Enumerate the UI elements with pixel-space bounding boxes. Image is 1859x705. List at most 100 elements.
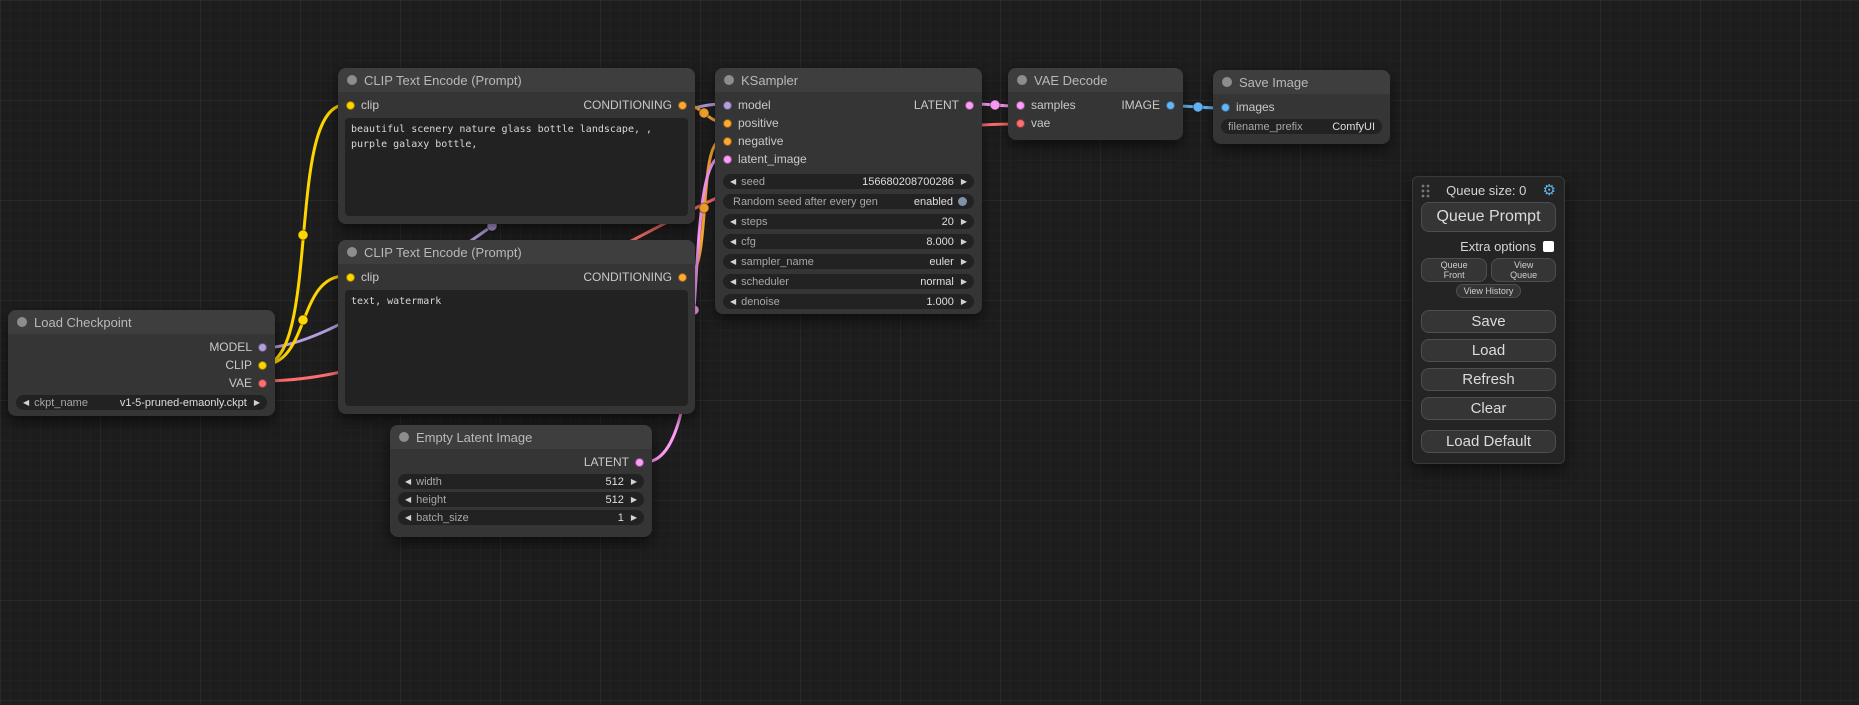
latent-output-socket[interactable]: [965, 101, 974, 110]
output-label: VAE: [229, 376, 252, 390]
decrement-arrow-icon[interactable]: ◀: [405, 478, 411, 486]
scheduler-widget[interactable]: ◀ scheduler normal ▶: [723, 274, 974, 289]
steps-widget[interactable]: ◀ steps 20 ▶: [723, 214, 974, 229]
increment-arrow-icon[interactable]: ▶: [961, 238, 967, 246]
filename-prefix-widget[interactable]: filename_prefix ComfyUI: [1221, 119, 1382, 134]
drag-handle-icon[interactable]: [1421, 184, 1430, 198]
decrement-arrow-icon[interactable]: ◀: [405, 514, 411, 522]
negative-input-socket[interactable]: [723, 137, 732, 146]
node-title-bar[interactable]: Load Checkpoint: [8, 310, 275, 334]
vae-input-socket[interactable]: [1016, 119, 1025, 128]
batch-size-widget[interactable]: ◀ batch_size 1 ▶: [398, 510, 644, 525]
extra-options-checkbox[interactable]: [1543, 241, 1554, 252]
node-clip-text-encode-positive[interactable]: CLIP Text Encode (Prompt) clip CONDITION…: [338, 68, 695, 224]
node-empty-latent-image[interactable]: Empty Latent Image LATENT ◀ width 512 ▶ …: [390, 425, 652, 537]
conditioning-output-socket[interactable]: [678, 273, 687, 282]
model-input-socket[interactable]: [723, 101, 732, 110]
node-title-bar[interactable]: Empty Latent Image: [390, 425, 652, 449]
link-midpoint-dot: [298, 230, 308, 240]
queue-size-label: Queue size: 0: [1446, 183, 1526, 198]
increment-arrow-icon[interactable]: ▶: [631, 514, 637, 522]
node-load-checkpoint[interactable]: Load Checkpoint MODEL CLIP VAE ◀ ckpt_na…: [8, 310, 275, 416]
clip-output-socket[interactable]: [258, 361, 267, 370]
next-option-arrow-icon[interactable]: ▶: [961, 258, 967, 266]
vae-output-socket[interactable]: [258, 379, 267, 388]
decrement-arrow-icon[interactable]: ◀: [405, 496, 411, 504]
clip-input-socket[interactable]: [346, 101, 355, 110]
random-seed-toggle-widget[interactable]: Random seed after every gen enabled: [723, 194, 974, 209]
comfyui-canvas[interactable]: { "colors": { "model": "#B39DDB", "clip"…: [0, 0, 1859, 705]
decrement-arrow-icon[interactable]: ◀: [730, 298, 736, 306]
settings-gear-icon[interactable]: ⚙: [1543, 183, 1556, 198]
input-label: latent_image: [738, 152, 807, 166]
latent-image-input-socket[interactable]: [723, 155, 732, 164]
widget-label: cfg: [741, 236, 756, 248]
height-widget[interactable]: ◀ height 512 ▶: [398, 492, 644, 507]
queue-prompt-button[interactable]: Queue Prompt: [1421, 202, 1556, 232]
positive-prompt-textarea[interactable]: beautiful scenery nature glass bottle la…: [345, 118, 688, 216]
collapse-dot[interactable]: [347, 75, 357, 85]
queue-front-button[interactable]: Queue Front: [1421, 258, 1487, 282]
collapse-dot[interactable]: [17, 317, 27, 327]
collapse-dot[interactable]: [724, 75, 734, 85]
image-output-socket[interactable]: [1166, 101, 1175, 110]
seed-widget[interactable]: ◀ seed 156680208700286 ▶: [723, 174, 974, 189]
node-title: CLIP Text Encode (Prompt): [364, 245, 522, 260]
decrement-arrow-icon[interactable]: ◀: [730, 218, 736, 226]
input-label: positive: [738, 116, 779, 130]
denoise-widget[interactable]: ◀ denoise 1.000 ▶: [723, 294, 974, 309]
node-title-bar[interactable]: KSampler: [715, 68, 982, 92]
refresh-button[interactable]: Refresh: [1421, 368, 1556, 391]
prev-option-arrow-icon[interactable]: ◀: [730, 258, 736, 266]
output-label: LATENT: [584, 455, 629, 469]
decrement-arrow-icon[interactable]: ◀: [23, 399, 29, 407]
node-clip-text-encode-negative[interactable]: CLIP Text Encode (Prompt) clip CONDITION…: [338, 240, 695, 414]
clear-button[interactable]: Clear: [1421, 397, 1556, 420]
images-input-socket[interactable]: [1221, 103, 1230, 112]
view-history-button[interactable]: View History: [1456, 284, 1522, 298]
prev-option-arrow-icon[interactable]: ◀: [730, 278, 736, 286]
slot-row: latent_image: [715, 150, 982, 168]
increment-arrow-icon[interactable]: ▶: [961, 218, 967, 226]
view-queue-button[interactable]: View Queue: [1491, 258, 1556, 282]
increment-arrow-icon[interactable]: ▶: [631, 478, 637, 486]
model-output-socket[interactable]: [258, 343, 267, 352]
conditioning-output-socket[interactable]: [678, 101, 687, 110]
collapse-dot[interactable]: [1017, 75, 1027, 85]
node-title-bar[interactable]: CLIP Text Encode (Prompt): [338, 68, 695, 92]
ckpt-name-widget[interactable]: ◀ ckpt_name v1-5-pruned-emaonly.ckpt ▶: [16, 395, 267, 410]
node-title-bar[interactable]: Save Image: [1213, 70, 1390, 94]
increment-arrow-icon[interactable]: ▶: [631, 496, 637, 504]
sampler-name-widget[interactable]: ◀ sampler_name euler ▶: [723, 254, 974, 269]
clip-input-socket[interactable]: [346, 273, 355, 282]
collapse-dot[interactable]: [1222, 77, 1232, 87]
decrement-arrow-icon[interactable]: ◀: [730, 238, 736, 246]
positive-input-socket[interactable]: [723, 119, 732, 128]
slot-row: VAE: [8, 374, 275, 392]
node-vae-decode[interactable]: VAE Decode samples IMAGE vae: [1008, 68, 1183, 140]
node-title-bar[interactable]: VAE Decode: [1008, 68, 1183, 92]
increment-arrow-icon[interactable]: ▶: [254, 399, 260, 407]
samples-input-socket[interactable]: [1016, 101, 1025, 110]
increment-arrow-icon[interactable]: ▶: [961, 298, 967, 306]
increment-arrow-icon[interactable]: ▶: [961, 178, 967, 186]
width-widget[interactable]: ◀ width 512 ▶: [398, 474, 644, 489]
load-button[interactable]: Load: [1421, 339, 1556, 362]
collapse-dot[interactable]: [399, 432, 409, 442]
negative-prompt-textarea[interactable]: text, watermark: [345, 290, 688, 406]
toggle-knob[interactable]: [958, 197, 967, 206]
next-option-arrow-icon[interactable]: ▶: [961, 278, 967, 286]
node-title-bar[interactable]: CLIP Text Encode (Prompt): [338, 240, 695, 264]
widget-label: scheduler: [741, 276, 789, 288]
decrement-arrow-icon[interactable]: ◀: [730, 178, 736, 186]
slot-row: clip CONDITIONING: [338, 96, 695, 114]
widget-value: ComfyUI: [1332, 121, 1375, 133]
collapse-dot[interactable]: [347, 247, 357, 257]
latent-output-socket[interactable]: [635, 458, 644, 467]
save-button[interactable]: Save: [1421, 310, 1556, 333]
node-ksampler[interactable]: KSampler model LATENT positive negative: [715, 68, 982, 314]
cfg-widget[interactable]: ◀ cfg 8.000 ▶: [723, 234, 974, 249]
output-label: MODEL: [209, 340, 252, 354]
load-default-button[interactable]: Load Default: [1421, 430, 1556, 453]
node-save-image[interactable]: Save Image images filename_prefix ComfyU…: [1213, 70, 1390, 144]
